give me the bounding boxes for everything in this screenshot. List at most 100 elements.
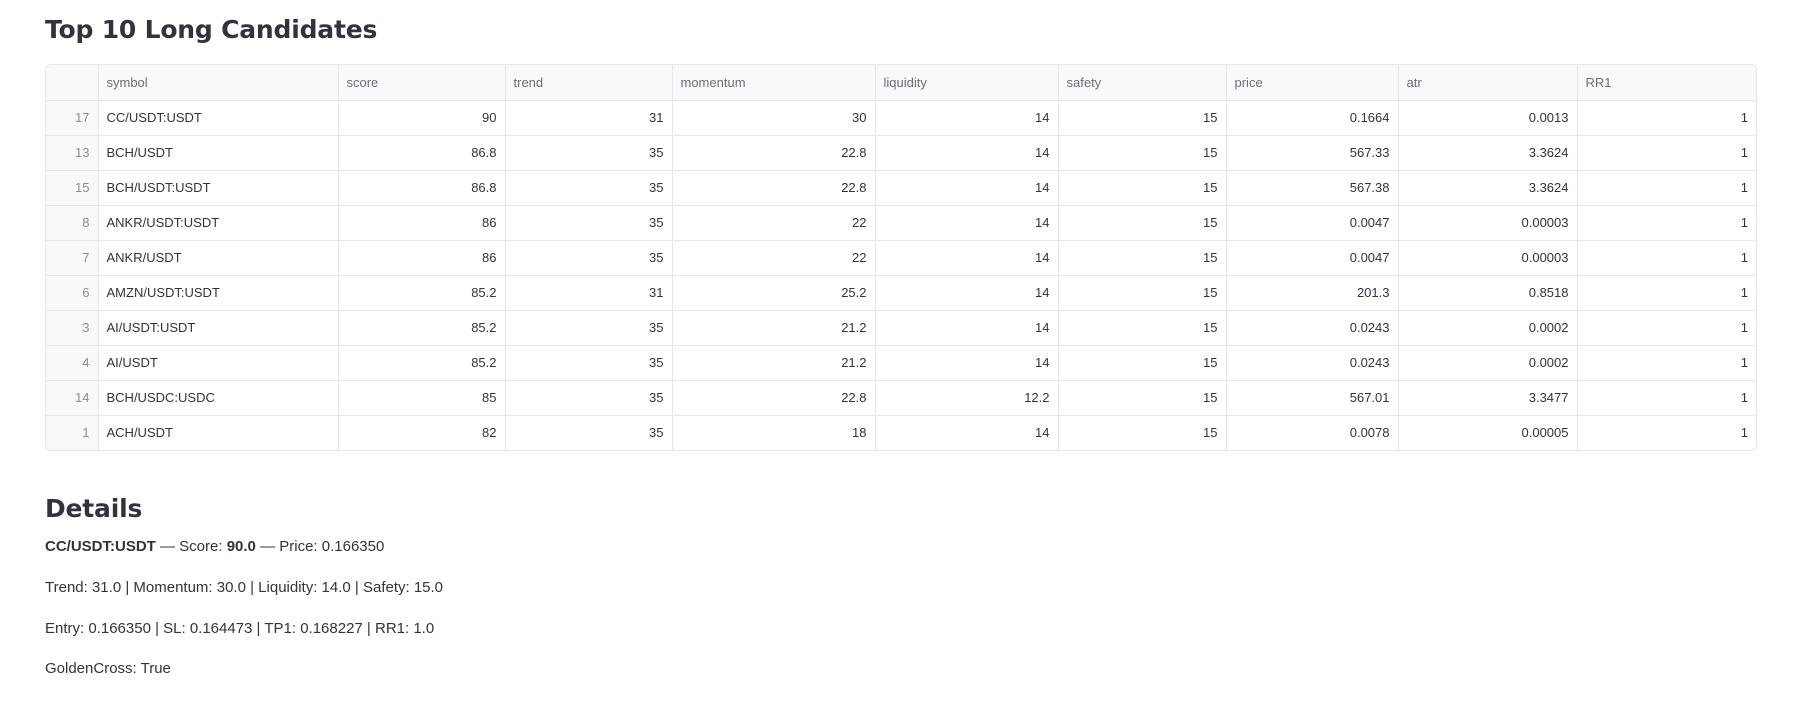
cell-momentum[interactable]: 22 bbox=[672, 240, 876, 276]
column-header-safety[interactable]: safety bbox=[1058, 65, 1227, 101]
column-header-score[interactable]: score bbox=[338, 65, 506, 101]
cell-liquidity[interactable]: 14 bbox=[875, 170, 1059, 206]
cell-liquidity[interactable]: 14 bbox=[875, 345, 1059, 381]
cell-atr[interactable]: 0.0002 bbox=[1398, 345, 1578, 381]
cell-trend[interactable]: 35 bbox=[505, 415, 673, 450]
cell-atr[interactable]: 0.00005 bbox=[1398, 415, 1578, 450]
cell-symbol[interactable]: CC/USDT:USDT bbox=[98, 100, 339, 136]
cell-symbol[interactable]: AI/USDT bbox=[98, 345, 339, 381]
cell-atr[interactable]: 3.3624 bbox=[1398, 170, 1578, 206]
column-header-liquidity[interactable]: liquidity bbox=[875, 65, 1059, 101]
cell-index[interactable]: 13 bbox=[46, 135, 99, 171]
cell-score[interactable]: 86 bbox=[338, 240, 506, 276]
cell-trend[interactable]: 35 bbox=[505, 205, 673, 241]
table-row[interactable]: 13 BCH/USDT 86.8 35 22.8 14 15 567.33 3.3624 1 bbox=[46, 135, 1756, 171]
cell-symbol[interactable]: ACH/USDT bbox=[98, 415, 339, 450]
cell-momentum[interactable]: 22 bbox=[672, 205, 876, 241]
cell-liquidity[interactable]: 14 bbox=[875, 205, 1059, 241]
cell-rr1[interactable]: 1 bbox=[1577, 310, 1756, 346]
cell-momentum[interactable]: 22.8 bbox=[672, 170, 876, 206]
column-header-price[interactable]: price bbox=[1226, 65, 1399, 101]
cell-score[interactable]: 90 bbox=[338, 100, 506, 136]
cell-price[interactable]: 567.38 bbox=[1226, 170, 1399, 206]
cell-liquidity[interactable]: 14 bbox=[875, 275, 1059, 311]
cell-index[interactable]: 17 bbox=[46, 100, 99, 136]
column-header-atr[interactable]: atr bbox=[1398, 65, 1578, 101]
cell-index[interactable]: 1 bbox=[46, 415, 99, 450]
cell-symbol[interactable]: AMZN/USDT:USDT bbox=[98, 275, 339, 311]
cell-rr1[interactable]: 1 bbox=[1577, 100, 1756, 136]
column-header-index[interactable] bbox=[46, 65, 99, 101]
cell-rr1[interactable]: 1 bbox=[1577, 345, 1756, 381]
cell-price[interactable]: 0.0243 bbox=[1226, 310, 1399, 346]
cell-price[interactable]: 0.1664 bbox=[1226, 100, 1399, 136]
cell-atr[interactable]: 0.00003 bbox=[1398, 205, 1578, 241]
cell-index[interactable]: 4 bbox=[46, 345, 99, 381]
cell-liquidity[interactable]: 14 bbox=[875, 240, 1059, 276]
table-row[interactable]: 8 ANKR/USDT:USDT 86 35 22 14 15 0.0047 0.00003 1 bbox=[46, 205, 1756, 241]
cell-symbol[interactable]: BCH/USDT:USDT bbox=[98, 170, 339, 206]
column-header-trend[interactable]: trend bbox=[505, 65, 673, 101]
cell-trend[interactable]: 35 bbox=[505, 135, 673, 171]
cell-safety[interactable]: 15 bbox=[1058, 135, 1227, 171]
cell-rr1[interactable]: 1 bbox=[1577, 205, 1756, 241]
cell-trend[interactable]: 35 bbox=[505, 310, 673, 346]
cell-price[interactable]: 201.3 bbox=[1226, 275, 1399, 311]
table-row[interactable]: 14 BCH/USDC:USDC 85 35 22.8 12.2 15 567.01 3.347… bbox=[46, 380, 1756, 416]
cell-trend[interactable]: 35 bbox=[505, 170, 673, 206]
cell-score[interactable]: 85 bbox=[338, 380, 506, 416]
cell-symbol[interactable]: ANKR/USDT bbox=[98, 240, 339, 276]
candidates-table[interactable]: symbol score trend momentum liquidity sa… bbox=[45, 64, 1757, 451]
cell-index[interactable]: 15 bbox=[46, 170, 99, 206]
cell-atr[interactable]: 0.0002 bbox=[1398, 310, 1578, 346]
cell-index[interactable]: 3 bbox=[46, 310, 99, 346]
cell-safety[interactable]: 15 bbox=[1058, 380, 1227, 416]
table-row[interactable]: 7 ANKR/USDT 86 35 22 14 15 0.0047 0.00003 1 bbox=[46, 240, 1756, 276]
table-row[interactable]: 4 AI/USDT 85.2 35 21.2 14 15 0.0243 0.0002 1 bbox=[46, 345, 1756, 381]
cell-rr1[interactable]: 1 bbox=[1577, 415, 1756, 450]
cell-price[interactable]: 567.33 bbox=[1226, 135, 1399, 171]
cell-symbol[interactable]: BCH/USDT bbox=[98, 135, 339, 171]
cell-momentum[interactable]: 21.2 bbox=[672, 345, 876, 381]
cell-rr1[interactable]: 1 bbox=[1577, 275, 1756, 311]
cell-trend[interactable]: 35 bbox=[505, 380, 673, 416]
cell-trend[interactable]: 35 bbox=[505, 240, 673, 276]
cell-atr[interactable]: 3.3477 bbox=[1398, 380, 1578, 416]
table-row[interactable]: 17 CC/USDT:USDT 90 31 30 14 15 0.1664 0.0013 1 bbox=[46, 100, 1756, 136]
cell-momentum[interactable]: 18 bbox=[672, 415, 876, 450]
cell-index[interactable]: 14 bbox=[46, 380, 99, 416]
cell-safety[interactable]: 15 bbox=[1058, 205, 1227, 241]
cell-score[interactable]: 82 bbox=[338, 415, 506, 450]
cell-symbol[interactable]: AI/USDT:USDT bbox=[98, 310, 339, 346]
cell-safety[interactable]: 15 bbox=[1058, 345, 1227, 381]
cell-safety[interactable]: 15 bbox=[1058, 170, 1227, 206]
cell-symbol[interactable]: ANKR/USDT:USDT bbox=[98, 205, 339, 241]
cell-score[interactable]: 85.2 bbox=[338, 275, 506, 311]
cell-safety[interactable]: 15 bbox=[1058, 310, 1227, 346]
cell-momentum[interactable]: 30 bbox=[672, 100, 876, 136]
cell-momentum[interactable]: 21.2 bbox=[672, 310, 876, 346]
cell-rr1[interactable]: 1 bbox=[1577, 135, 1756, 171]
cell-score[interactable]: 86 bbox=[338, 205, 506, 241]
cell-liquidity[interactable]: 14 bbox=[875, 135, 1059, 171]
cell-trend[interactable]: 31 bbox=[505, 100, 673, 136]
column-header-momentum[interactable]: momentum bbox=[672, 65, 876, 101]
cell-index[interactable]: 6 bbox=[46, 275, 99, 311]
table-row[interactable]: 3 AI/USDT:USDT 85.2 35 21.2 14 15 0.0243 0.0002 1 bbox=[46, 310, 1756, 346]
cell-trend[interactable]: 31 bbox=[505, 275, 673, 311]
cell-index[interactable]: 8 bbox=[46, 205, 99, 241]
cell-atr[interactable]: 0.0013 bbox=[1398, 100, 1578, 136]
cell-rr1[interactable]: 1 bbox=[1577, 380, 1756, 416]
cell-atr[interactable]: 3.3624 bbox=[1398, 135, 1578, 171]
cell-score[interactable]: 86.8 bbox=[338, 135, 506, 171]
table-row[interactable]: 1 ACH/USDT 82 35 18 14 15 0.0078 0.00005 1 bbox=[46, 415, 1756, 450]
cell-safety[interactable]: 15 bbox=[1058, 415, 1227, 450]
cell-liquidity[interactable]: 14 bbox=[875, 415, 1059, 450]
cell-liquidity[interactable]: 12.2 bbox=[875, 380, 1059, 416]
column-header-symbol[interactable]: symbol bbox=[98, 65, 339, 101]
cell-price[interactable]: 0.0047 bbox=[1226, 205, 1399, 241]
cell-score[interactable]: 85.2 bbox=[338, 310, 506, 346]
cell-price[interactable]: 0.0047 bbox=[1226, 240, 1399, 276]
cell-score[interactable]: 86.8 bbox=[338, 170, 506, 206]
cell-momentum[interactable]: 25.2 bbox=[672, 275, 876, 311]
